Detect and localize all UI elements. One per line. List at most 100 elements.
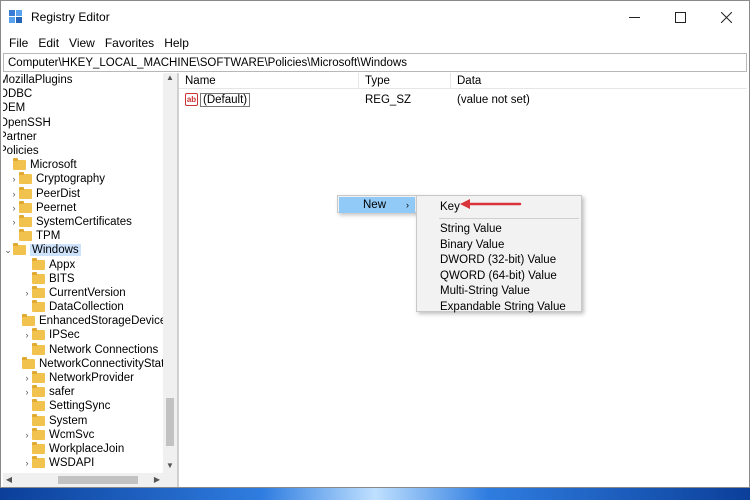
submenu-string-value[interactable]: String Value — [417, 222, 581, 238]
folder-icon — [22, 314, 35, 327]
submenu-binary-value[interactable]: Binary Value — [417, 237, 581, 253]
tree-item[interactable]: ⌄ Windows — [3, 243, 163, 257]
tree-item[interactable]: OpenSSH — [3, 116, 163, 130]
tree-item[interactable]: NetworkConnectivityStatusIn — [3, 356, 177, 371]
maximize-button[interactable] — [657, 1, 703, 33]
expand-icon[interactable]: › — [9, 189, 19, 199]
title-bar[interactable]: Registry Editor — [1, 1, 749, 33]
menu-edit[interactable]: Edit — [33, 36, 64, 50]
value-data: (value not set) — [457, 93, 530, 106]
tree-item[interactable]: DataCollection — [3, 300, 163, 314]
folder-icon — [32, 285, 45, 298]
submenu-expandable-string-value[interactable]: Expandable String Value — [417, 299, 581, 315]
tree-item[interactable]: › NetworkProvider — [3, 371, 163, 385]
tree-item[interactable]: System — [3, 413, 163, 428]
menu-help[interactable]: Help — [159, 36, 194, 50]
folder-icon — [32, 427, 45, 440]
submenu-qword-value[interactable]: QWORD (64-bit) Value — [417, 268, 581, 284]
expand-icon[interactable]: › — [22, 430, 32, 440]
tree-item[interactable]: › IPSec — [3, 328, 163, 342]
new-label: New — [363, 199, 387, 211]
close-icon — [720, 11, 732, 23]
minimize-button[interactable] — [611, 1, 657, 33]
address-bar[interactable]: Computer\HKEY_LOCAL_MACHINE\SOFTWARE\Pol… — [3, 53, 747, 72]
tree-item[interactable]: TPM — [3, 229, 163, 243]
menu-view[interactable]: View — [64, 36, 100, 50]
tree-item[interactable]: Appx — [3, 257, 163, 271]
window-title: Registry Editor — [31, 10, 110, 24]
expand-icon[interactable]: › — [9, 174, 19, 184]
folder-icon — [32, 300, 45, 313]
tree-item[interactable]: Microsoft — [3, 158, 163, 172]
tree-scroll-thumb[interactable] — [166, 398, 174, 446]
tree-item[interactable]: WorkplaceJoin — [3, 441, 163, 456]
scroll-up-icon[interactable]: ▲ — [163, 73, 177, 85]
list-row[interactable]: ab (Default) REG_SZ (value not set) — [179, 91, 747, 108]
tree-item[interactable]: › Cryptography — [3, 172, 163, 186]
submenu-arrow-icon: › — [406, 200, 409, 210]
tree-item[interactable]: Policies — [3, 144, 163, 158]
tree-item[interactable]: ODBC — [3, 87, 163, 101]
column-header-data[interactable]: Data — [451, 73, 747, 89]
tree-item-label: OpenSSH — [3, 116, 51, 129]
tree-item[interactable]: › CurrentVersion — [3, 285, 163, 300]
close-button[interactable] — [703, 1, 749, 33]
tree-item[interactable]: › SystemCertificates — [3, 214, 163, 229]
expand-icon[interactable]: › — [22, 373, 32, 383]
value-type: REG_SZ — [365, 93, 412, 106]
tree-item-label: EnhancedStorageDevices — [39, 315, 172, 328]
menu-file[interactable]: File — [4, 36, 33, 50]
tree-item[interactable]: BITS — [3, 271, 163, 286]
tree-vertical-scrollbar[interactable]: ▲ ▼ — [163, 73, 177, 473]
expand-icon[interactable]: › — [9, 217, 19, 227]
tree-item[interactable]: MozillaPlugins — [3, 73, 163, 87]
submenu-dword-value[interactable]: DWORD (32-bit) Value — [417, 253, 581, 269]
menu-favorites[interactable]: Favorites — [100, 36, 159, 50]
submenu-multi-string-value[interactable]: Multi-String Value — [417, 284, 581, 300]
context-menu-new[interactable]: New › — [339, 197, 415, 213]
folder-icon — [19, 214, 32, 227]
value-name: (Default) — [200, 92, 251, 107]
tree-hscroll-thumb[interactable] — [58, 476, 138, 484]
tree-item[interactable]: › PeerDist — [3, 186, 163, 201]
tree-horizontal-scrollbar[interactable]: ◀ ▶ — [3, 473, 177, 487]
scroll-left-icon[interactable]: ◀ — [3, 473, 15, 487]
scroll-right-icon[interactable]: ▶ — [151, 473, 163, 487]
tree-item[interactable]: SettingSync — [3, 399, 163, 413]
new-submenu: Key String Value Binary Value DWORD (32-… — [416, 195, 582, 315]
expand-icon[interactable]: › — [22, 330, 32, 340]
tree-item[interactable]: Network Connections — [3, 342, 163, 357]
tree-item-label: ODBC — [3, 88, 33, 101]
folder-icon — [32, 271, 45, 284]
tree-item[interactable]: OEM — [3, 101, 163, 115]
tree-item[interactable]: › WSDAPI — [3, 456, 163, 470]
tree-item[interactable]: EnhancedStorageDevices — [3, 314, 172, 328]
tree-item-label: BITS — [49, 272, 75, 285]
tree-item[interactable]: › WcmSvc — [3, 427, 163, 442]
collapse-icon[interactable]: ⌄ — [3, 245, 13, 256]
address-path[interactable]: Computer\HKEY_LOCAL_MACHINE\SOFTWARE\Pol… — [8, 57, 407, 69]
folder-icon — [32, 342, 45, 355]
column-header-type[interactable]: Type — [359, 72, 451, 89]
tree-item-label: Policies — [3, 145, 39, 158]
tree-item-label: System — [49, 414, 88, 427]
folder-icon — [32, 456, 45, 469]
list-header: Name Type Data — [179, 72, 747, 89]
tree-item[interactable]: › Peernet — [3, 200, 163, 215]
column-header-name[interactable]: Name — [179, 72, 359, 89]
tree-item[interactable]: Partner — [3, 130, 163, 144]
key-tree: MozillaPluginsODBCOEMOpenSSHPartner Polic… — [3, 73, 179, 487]
annotation-arrow-icon — [460, 199, 522, 209]
folder-icon — [19, 172, 32, 185]
tree-item-label: Peernet — [36, 201, 77, 214]
folder-icon — [32, 257, 45, 270]
value-name-cell: ab (Default) — [179, 92, 359, 107]
folder-icon — [13, 158, 26, 171]
expand-icon[interactable]: › — [22, 387, 32, 397]
expand-icon[interactable]: › — [9, 203, 19, 213]
scroll-down-icon[interactable]: ▼ — [163, 461, 177, 473]
folder-icon — [32, 441, 45, 454]
tree-item[interactable]: › safer — [3, 385, 163, 399]
expand-icon[interactable]: › — [22, 458, 32, 468]
expand-icon[interactable]: › — [22, 288, 32, 298]
